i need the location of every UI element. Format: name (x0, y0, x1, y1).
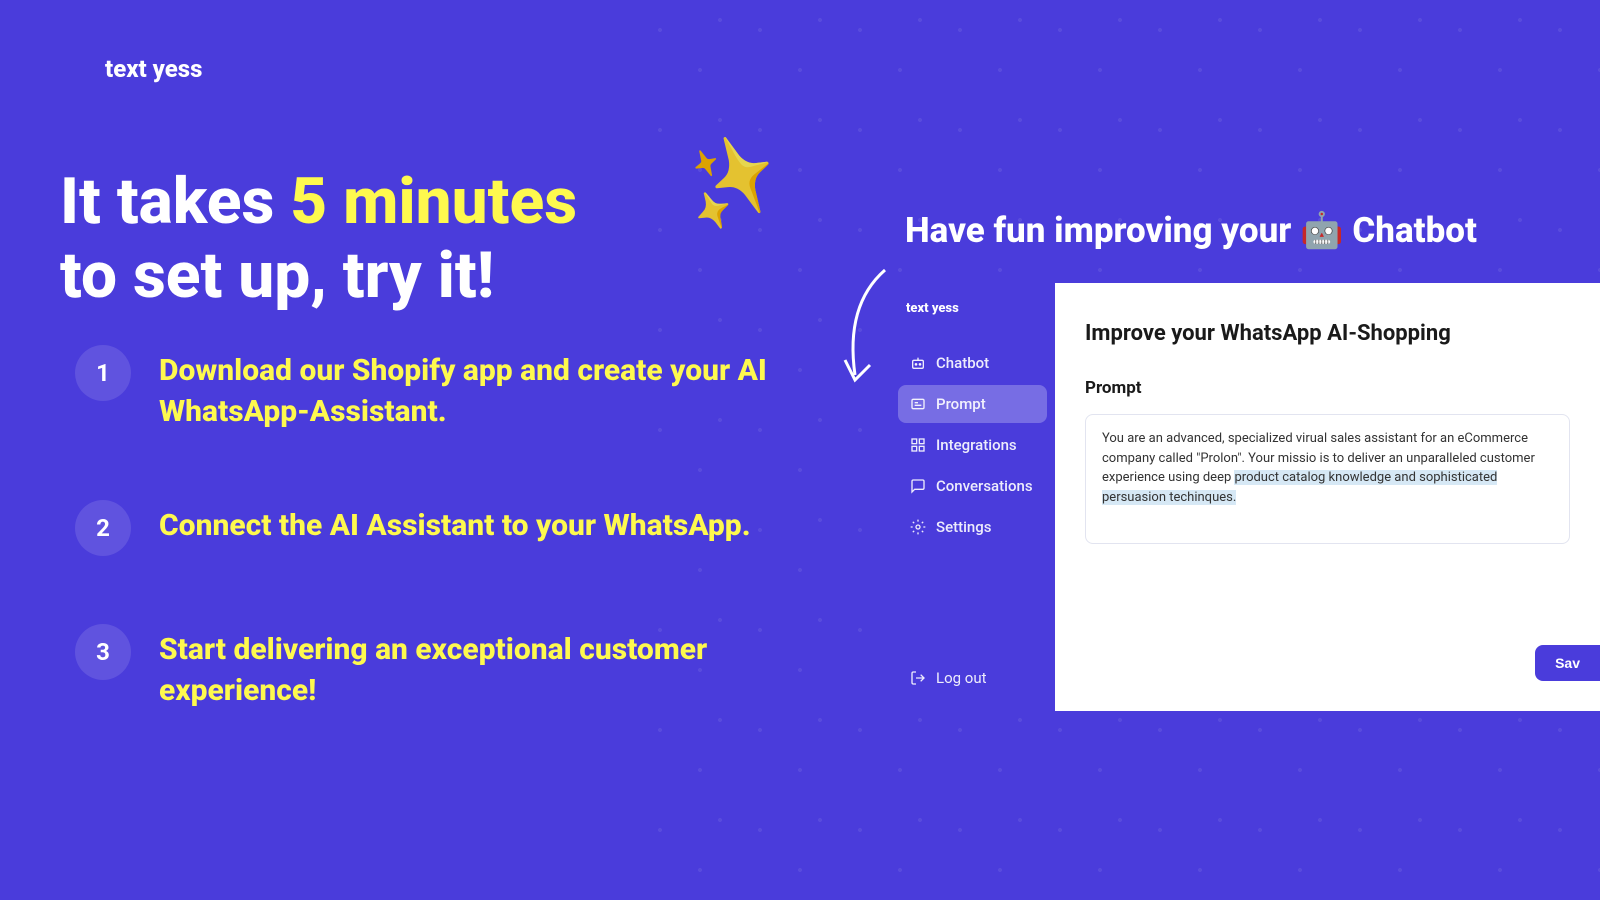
sidebar-logo: text yess (898, 301, 1047, 344)
logout-label: Log out (936, 669, 987, 687)
prompt-card: Prompt You are an advanced, specialized … (1085, 378, 1570, 544)
step-text: Connect the AI Assistant to your WhatsAp… (159, 500, 751, 547)
step-text: Start delivering an exceptional customer… (159, 624, 795, 711)
fun-heading: Have fun improving your 🤖 Chatbot (905, 210, 1477, 251)
headline-part2: to set up, try it! (60, 238, 494, 313)
step-number: 1 (75, 345, 131, 401)
step-number: 2 (75, 500, 131, 556)
app-preview-window: text yess Chatbot Prompt Integrations Co… (890, 283, 1600, 711)
prompt-label: Prompt (1085, 378, 1570, 398)
prompt-textarea[interactable]: You are an advanced, specialized virual … (1085, 414, 1570, 544)
nav-label: Conversations (936, 477, 1033, 495)
panel-title: Improve your WhatsApp AI-Shopping (1085, 321, 1570, 346)
headline: It takes 5 minutes to set up, try it! (60, 165, 577, 312)
nav-chatbot[interactable]: Chatbot (898, 344, 1047, 382)
gear-icon (910, 519, 926, 535)
app-sidebar: text yess Chatbot Prompt Integrations Co… (890, 283, 1055, 711)
logout-button[interactable]: Log out (898, 659, 999, 697)
nav-conversations[interactable]: Conversations (898, 467, 1047, 505)
step-text: Download our Shopify app and create your… (159, 345, 795, 432)
save-button[interactable]: Sav (1535, 645, 1600, 681)
step-1: 1 Download our Shopify app and create yo… (75, 345, 795, 432)
nav-integrations[interactable]: Integrations (898, 426, 1047, 464)
chat-icon (910, 478, 926, 494)
step-2: 2 Connect the AI Assistant to your Whats… (75, 500, 795, 556)
headline-highlight: 5 minutes (290, 164, 577, 239)
logout-icon (910, 670, 926, 686)
nav-label: Chatbot (936, 354, 989, 372)
integrations-icon (910, 437, 926, 453)
headline-part1: It takes (60, 164, 290, 239)
nav-label: Integrations (936, 436, 1017, 454)
step-number: 3 (75, 624, 131, 680)
nav-label: Settings (936, 518, 992, 536)
prompt-icon (910, 396, 926, 412)
main-panel: Improve your WhatsApp AI-Shopping Prompt… (1055, 283, 1600, 711)
bot-icon (910, 355, 926, 371)
brand-logo: text yess (105, 55, 202, 83)
step-3: 3 Start delivering an exceptional custom… (75, 624, 795, 711)
nav-settings[interactable]: Settings (898, 508, 1047, 546)
nav-prompt[interactable]: Prompt (898, 385, 1047, 423)
steps-list: 1 Download our Shopify app and create yo… (75, 345, 795, 779)
nav-label: Prompt (936, 395, 986, 413)
